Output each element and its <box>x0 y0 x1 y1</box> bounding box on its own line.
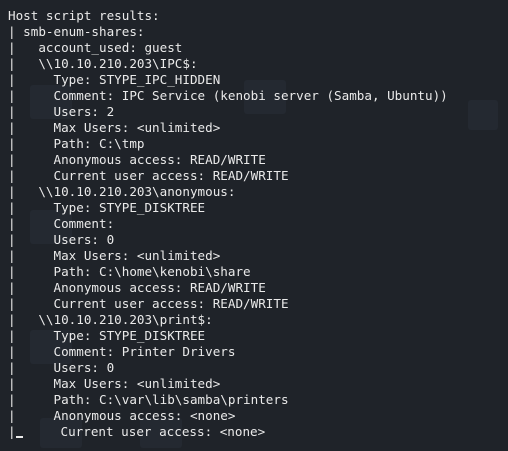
terminal-window[interactable]: Host script results: | smb-enum-shares: | … <box>0 0 508 451</box>
terminal-line: | Max Users: <unlimited> <box>8 376 221 391</box>
terminal-line: | \\10.10.210.203\IPC$: <box>8 56 198 71</box>
terminal-line: | Path: C:\tmp <box>8 136 145 151</box>
terminal-line: Host script results: <box>8 8 160 23</box>
terminal-line: | Type: STYPE_IPC_HIDDEN <box>8 72 221 87</box>
terminal-line: | Current user access: <none> <box>8 424 448 440</box>
terminal-line: | Comment: Printer Drivers <box>8 344 236 359</box>
terminal-output: Host script results: | smb-enum-shares: | … <box>8 8 448 440</box>
cursor <box>15 436 23 438</box>
terminal-scrollbar[interactable] <box>500 0 508 451</box>
terminal-line: | Type: STYPE_DISKTREE <box>8 328 206 343</box>
terminal-line: | \\10.10.210.203\print$: <box>8 312 213 327</box>
terminal-line: | \\10.10.210.203\anonymous: <box>8 184 236 199</box>
terminal-line: | Type: STYPE_DISKTREE <box>8 200 206 215</box>
terminal-line: | Users: 0 <box>8 360 115 375</box>
terminal-line: | Current user access: READ/WRITE <box>8 168 289 183</box>
terminal-line: | Path: C:\home\kenobi\share <box>8 264 251 279</box>
terminal-line: | account_used: guest <box>8 40 183 55</box>
terminal-line: | Anonymous access: READ/WRITE <box>8 152 266 167</box>
terminal-line: | Comment: IPC Service (kenobi server (S… <box>8 88 448 103</box>
terminal-line: | Current user access: READ/WRITE <box>8 296 289 311</box>
terminal-line: | Comment: <box>8 216 115 231</box>
line-prefix: | <box>8 424 16 439</box>
terminal-line: | Anonymous access: READ/WRITE <box>8 280 266 295</box>
background-icon <box>468 100 498 130</box>
terminal-line: | Max Users: <unlimited> <box>8 120 221 135</box>
terminal-line: | Users: 2 <box>8 104 115 119</box>
terminal-line: | Max Users: <unlimited> <box>8 248 221 263</box>
terminal-line: | Users: 0 <box>8 232 115 247</box>
terminal-line: | smb-enum-shares: <box>8 24 145 39</box>
terminal-line: | Path: C:\var\lib\samba\printers <box>8 392 289 407</box>
line-text: Current user access: <none> <box>22 424 266 439</box>
terminal-line: | Anonymous access: <none> <box>8 408 236 423</box>
